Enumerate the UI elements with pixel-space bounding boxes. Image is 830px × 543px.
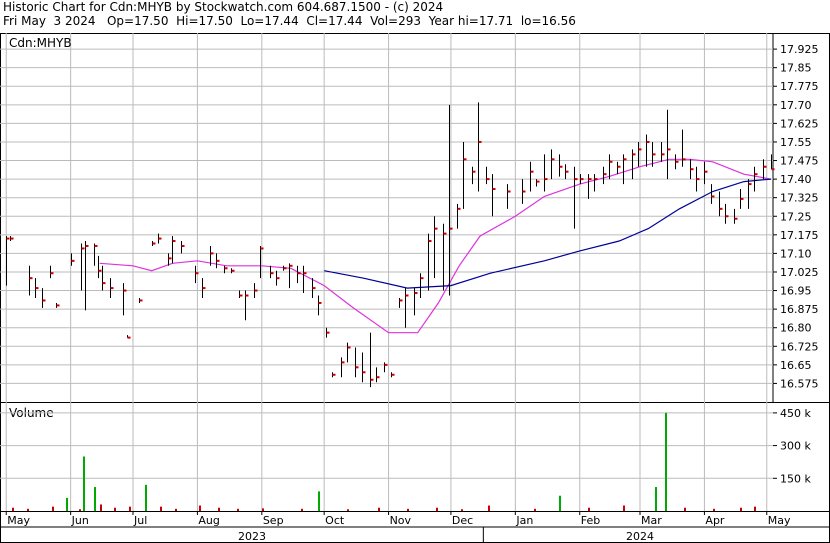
year-label: 2023: [238, 530, 266, 543]
volume-bar: [27, 508, 29, 511]
price-tick-label: 17.025: [780, 266, 819, 279]
volume-bar: [378, 507, 380, 511]
price-tick-label: 16.875: [780, 303, 819, 316]
price-tick-label: 17.55: [780, 136, 812, 149]
volume-bar: [318, 491, 320, 511]
price-tick-label: 16.65: [780, 359, 812, 372]
volume-panel: Volume 450 k300 k150 k: [0, 402, 830, 512]
price-tick-label: 17.475: [780, 155, 819, 168]
volume-bar: [665, 412, 667, 511]
stock-chart: 17.925 17.85 17.775 17.70 17.625 17.55 17.475 1…: [0, 33, 830, 543]
price-tick-label: 17.175: [780, 229, 819, 242]
volume-bar: [52, 506, 54, 511]
volume-bar: [740, 507, 742, 511]
volume-bar: [407, 508, 409, 511]
volume-bar: [83, 456, 85, 511]
month-label: Feb: [581, 514, 600, 527]
price-tick-label: 16.80: [780, 322, 812, 335]
month-label: Nov: [390, 514, 412, 527]
price-tick-label: 17.325: [780, 192, 819, 205]
volume-tick-label: 450 k: [780, 407, 811, 420]
volume-bar: [79, 509, 81, 511]
month-label: May: [768, 514, 791, 527]
volume-bar: [114, 507, 116, 511]
volume-bar: [623, 505, 625, 511]
price-tick-label: 16.725: [780, 340, 819, 353]
volume-bar: [12, 507, 14, 511]
price-tick-label: 17.775: [780, 80, 819, 93]
month-label: Jul: [133, 514, 147, 527]
price-tick-label: 17.10: [780, 247, 812, 260]
price-tick-label: 17.925: [780, 43, 819, 56]
volume-panel-frame: [0, 402, 830, 512]
month-label: Oct: [325, 514, 345, 527]
month-label: Jun: [71, 514, 89, 527]
month-label: May: [7, 514, 30, 527]
month-label: Dec: [452, 514, 473, 527]
price-tick-label: 17.70: [780, 99, 812, 112]
year-label: 2024: [626, 530, 654, 543]
volume-bar: [66, 497, 68, 511]
volume-tick-label: 150 k: [780, 472, 811, 485]
volume-bar: [588, 507, 590, 511]
price-chart-title: Cdn:MHYB: [9, 36, 72, 50]
x-axis-panel: May Jun Jul Aug Sep Oct Nov Dec Jan Feb Mar Apr May 2…: [0, 511, 830, 543]
volume-bar: [262, 508, 264, 511]
volume-bar: [559, 495, 561, 511]
volume-bar: [301, 508, 303, 511]
volume-bar: [175, 508, 177, 511]
volume-bar: [145, 484, 147, 511]
volume-bar: [534, 508, 536, 511]
volume-bar: [129, 506, 131, 511]
volume-bar: [100, 504, 102, 511]
volume-bar: [94, 487, 96, 511]
volume-bar: [436, 507, 438, 511]
volume-bar: [713, 508, 715, 511]
volume-bar: [199, 505, 201, 511]
volume-bar: [488, 505, 490, 511]
volume-bar: [754, 506, 756, 511]
volume-bar: [218, 507, 220, 511]
price-tick-label: 17.625: [780, 117, 819, 130]
price-tick-label: 17.85: [780, 62, 812, 75]
volume-bar: [461, 509, 463, 511]
volume-bar: [160, 506, 162, 511]
month-label: Mar: [641, 514, 662, 527]
volume-tick-label: 300 k: [780, 440, 811, 453]
volume-bar: [237, 508, 239, 511]
price-tick-label: 17.25: [780, 210, 812, 223]
volume-bar: [347, 509, 349, 511]
price-tick-label: 16.95: [780, 285, 812, 298]
volume-bar: [684, 507, 686, 511]
price-panel-frame: [0, 33, 830, 403]
month-label: Aug: [198, 514, 219, 527]
month-label: Apr: [705, 514, 725, 527]
month-label: Jan: [515, 514, 533, 527]
volume-bar: [655, 487, 657, 511]
price-tick-label: 16.575: [780, 377, 819, 390]
price-tick-label: 17.40: [780, 173, 812, 186]
month-label: Sep: [263, 514, 284, 527]
